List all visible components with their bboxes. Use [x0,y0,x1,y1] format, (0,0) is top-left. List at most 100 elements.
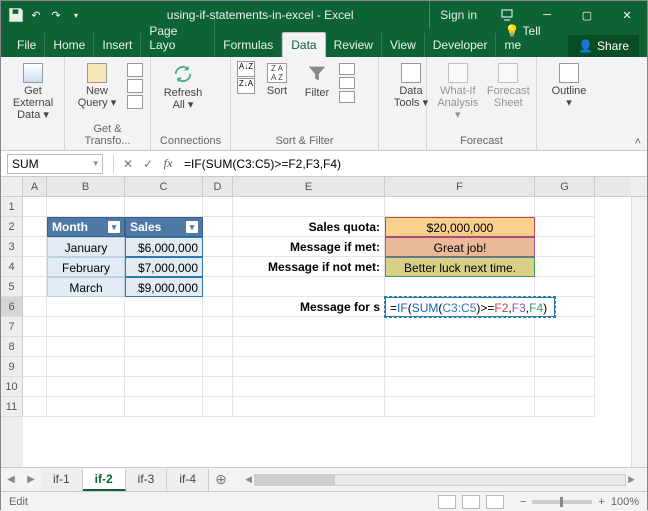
tab-data[interactable]: Data [282,32,325,57]
name-box-dropdown-icon[interactable]: ▾ [93,158,98,169]
row-header-10[interactable]: 10 [1,377,23,397]
cell-G8[interactable] [535,337,595,357]
cell-E9[interactable] [233,357,385,377]
fx-icon[interactable]: fx [158,156,178,171]
cell-G2[interactable] [535,217,595,237]
cell-C8[interactable] [125,337,203,357]
cancel-formula-icon[interactable]: ✕ [118,157,138,171]
table-header-month[interactable]: Month▾ [47,217,125,237]
cell-E11[interactable] [233,397,385,417]
show-queries-icon[interactable] [127,63,143,77]
cell-B8[interactable] [47,337,125,357]
sheet-tab-if-2[interactable]: if-2 [83,469,126,491]
row-header-1[interactable]: 1 [1,197,23,217]
cell-A5[interactable] [23,277,47,297]
cell-B5[interactable]: March [47,277,125,297]
maximize-button[interactable]: ▢ [567,1,607,29]
cell-E1[interactable] [233,197,385,217]
cell-A4[interactable] [23,257,47,277]
cell-F10[interactable] [385,377,535,397]
reapply-icon[interactable] [339,77,355,89]
cell-B6[interactable] [47,297,125,317]
row-header-5[interactable]: 5 [1,277,23,297]
cell-A7[interactable] [23,317,47,337]
cell-D10[interactable] [203,377,233,397]
cell-F2[interactable]: $20,000,000 [385,217,535,237]
cell-B10[interactable] [47,377,125,397]
add-sheet-button[interactable]: ⊕ [209,471,233,488]
save-icon[interactable] [7,6,25,24]
cell-A2[interactable] [23,217,47,237]
new-query-button[interactable]: New Query ▾ [71,61,123,111]
cell-F3[interactable]: Great job! [385,237,535,257]
zoom-slider[interactable] [532,500,592,504]
cell-G1[interactable] [535,197,595,217]
row-header-6[interactable]: 6 [1,297,23,317]
name-box[interactable]: SUM▾ [7,154,103,174]
refresh-all-button[interactable]: Refresh All ▾ [157,61,209,113]
cell-F4[interactable]: Better luck next time. [385,257,535,277]
cell-E3[interactable]: Message if met: [233,237,385,257]
row-header-7[interactable]: 7 [1,317,23,337]
from-table-icon[interactable] [127,79,143,93]
qat-customize-icon[interactable]: ▾ [67,6,85,24]
cell-A9[interactable] [23,357,47,377]
cell-E10[interactable] [233,377,385,397]
cell-F7[interactable] [385,317,535,337]
cell-D11[interactable] [203,397,233,417]
vertical-scrollbar[interactable] [631,197,647,467]
cell-G9[interactable] [535,357,595,377]
cell-A11[interactable] [23,397,47,417]
row-header-11[interactable]: 11 [1,397,23,417]
undo-icon[interactable]: ↶ [27,6,45,24]
share-button[interactable]: 👤Share [568,35,639,57]
clear-filter-icon[interactable] [339,63,355,75]
col-header-F[interactable]: F [385,177,535,196]
row-header-9[interactable]: 9 [1,357,23,377]
cell-C11[interactable] [125,397,203,417]
formula-input[interactable]: =IF(SUM(C3:C5)>=F2,F3,F4) [178,155,647,173]
col-header-G[interactable]: G [535,177,595,196]
sheet-nav-next-icon[interactable]: ▶ [21,474,41,485]
sign-in-link[interactable]: Sign in [429,1,487,29]
page-layout-view-icon[interactable] [462,495,480,509]
cell-C9[interactable] [125,357,203,377]
cell-D1[interactable] [203,197,233,217]
cell-F9[interactable] [385,357,535,377]
sheet-tab-if-3[interactable]: if-3 [126,469,168,491]
cell-G4[interactable] [535,257,595,277]
cell-C10[interactable] [125,377,203,397]
sort-az-icon[interactable]: A↓Z [237,61,255,77]
cell-D2[interactable] [203,217,233,237]
col-header-C[interactable]: C [125,177,203,196]
cell-B9[interactable] [47,357,125,377]
tab-insert[interactable]: Insert [94,33,141,57]
cell-A3[interactable] [23,237,47,257]
sheet-nav-prev-icon[interactable]: ◀ [1,474,21,485]
col-header-E[interactable]: E [233,177,385,196]
row-header-3[interactable]: 3 [1,237,23,257]
cell-B11[interactable] [47,397,125,417]
filter-button[interactable]: Filter [299,61,335,101]
col-header-B[interactable]: B [47,177,125,196]
tab-view[interactable]: View [382,33,425,57]
cell-E8[interactable] [233,337,385,357]
cell-E2[interactable]: Sales quota: [233,217,385,237]
recent-sources-icon[interactable] [127,95,143,109]
sort-button[interactable]: Z AA ZSort [259,61,295,99]
sort-za-icon[interactable]: Z↓A [237,78,255,94]
row-header-2[interactable]: 2 [1,217,23,237]
cell-A10[interactable] [23,377,47,397]
cell-B7[interactable] [47,317,125,337]
outline-button[interactable]: Outline ▾ [543,61,595,111]
close-button[interactable]: ✕ [607,1,647,29]
table-header-sales[interactable]: Sales▾ [125,217,203,237]
cell-E7[interactable] [233,317,385,337]
cell-D5[interactable] [203,277,233,297]
cell-B3[interactable]: January [47,237,125,257]
collapse-ribbon-icon[interactable]: ˄ [635,136,641,148]
zoom-out-icon[interactable]: − [520,496,526,508]
cell-C7[interactable] [125,317,203,337]
zoom-in-icon[interactable]: + [598,496,604,508]
tab-home[interactable]: Home [45,33,94,57]
